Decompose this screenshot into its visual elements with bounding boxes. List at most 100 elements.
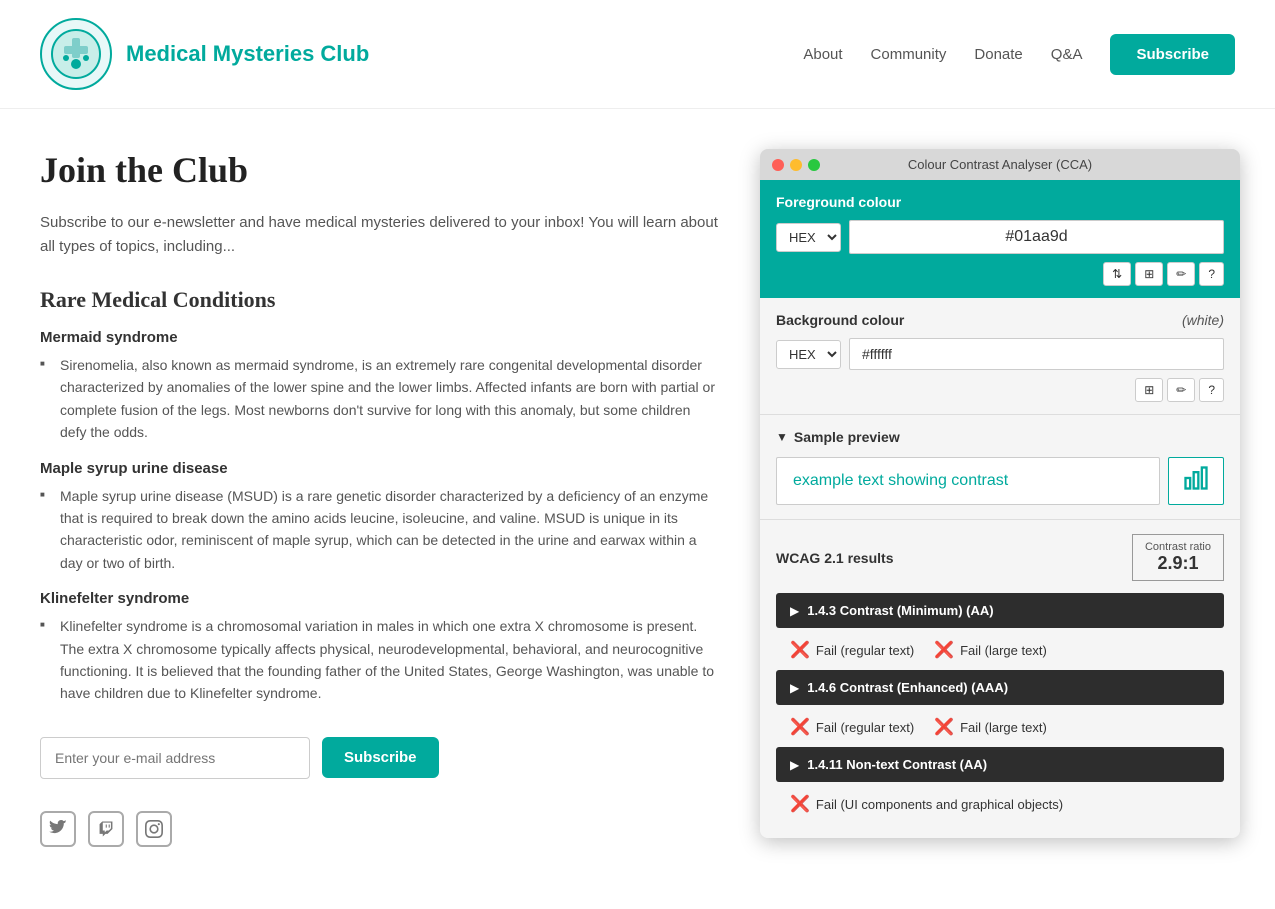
bg-tools: ⊞ ✏ ? [776,378,1224,402]
fail-icon-146-large: ❌ [934,717,954,737]
logo [40,18,112,90]
contrast-ratio-value: 2.9:1 [1145,553,1211,574]
preview-text-box: example text showing contrast [776,457,1160,505]
fg-hex-input[interactable] [849,220,1224,254]
cca-window-controls [772,159,820,171]
email-subscribe-section: Subscribe [40,737,720,779]
wcag-result-label-146-large: Fail (large text) [960,720,1047,735]
email-input[interactable] [40,737,310,779]
wcag-section: WCAG 2.1 results Contrast ratio 2.9:1 ▶ … [760,520,1240,838]
bg-adjust-button[interactable]: ⊞ [1135,378,1163,402]
nav-qa[interactable]: Q&A [1051,46,1083,63]
wcag-result-143-regular: ❌ Fail (regular text) [790,640,914,660]
fg-adjust-button[interactable]: ⊞ [1135,262,1163,286]
fg-swap-button[interactable]: ⇅ [1103,262,1131,286]
instagram-icon[interactable] [136,811,172,847]
fail-icon-1411-ui: ❌ [790,794,810,814]
wcag-result-146-regular: ❌ Fail (regular text) [790,717,914,737]
wcag-result-143-large: ❌ Fail (large text) [934,640,1047,660]
fg-format-select[interactable]: HEX [776,223,841,252]
cca-window: Colour Contrast Analyser (CCA) Foregroun… [760,149,1240,838]
contrast-ratio-box: Contrast ratio 2.9:1 [1132,534,1224,581]
email-subscribe-button[interactable]: Subscribe [322,737,439,778]
wcag-header: WCAG 2.1 results Contrast ratio 2.9:1 [776,534,1224,581]
fg-label: Foreground colour [776,194,1224,210]
nav-donate[interactable]: Donate [974,46,1022,63]
preview-chart-button[interactable] [1168,457,1224,505]
contrast-ratio-label: Contrast ratio [1145,541,1211,553]
condition-name-3: Klinefelter syndrome [40,590,720,607]
cca-title: Colour Contrast Analyser (CCA) [908,157,1092,172]
fg-section: Foreground colour HEX ⇅ ⊞ ✏ ? [760,180,1240,298]
wcag-row-1411[interactable]: ▶ 1.4.11 Non-text Contrast (AA) [776,747,1224,782]
wcag-row-label-146: 1.4.6 Contrast (Enhanced) (AAA) [807,680,1008,695]
condition-desc-1: Sirenomelia, also known as mermaid syndr… [40,354,720,444]
condition-name-2: Maple syrup urine disease [40,460,720,477]
twitter-icon[interactable] [40,811,76,847]
twitch-icon[interactable] [88,811,124,847]
condition-name-1: Mermaid syndrome [40,329,720,346]
fail-icon-146-regular: ❌ [790,717,810,737]
left-column: Join the Club Subscribe to our e-newslet… [40,149,720,847]
wcag-row-143[interactable]: ▶ 1.4.3 Contrast (Minimum) (AA) [776,593,1224,628]
fail-icon-143-regular: ❌ [790,640,810,660]
bg-header: Background colour (white) [776,312,1224,328]
bg-format-select[interactable]: HEX [776,340,841,369]
intro-text: Subscribe to our e-newsletter and have m… [40,211,720,259]
cca-titlebar: Colour Contrast Analyser (CCA) [760,149,1240,180]
section-heading: Rare Medical Conditions [40,287,720,313]
condition-desc-3: Klinefelter syndrome is a chromosomal va… [40,615,720,705]
header: Medical Mysteries Club About Community D… [0,0,1275,109]
bg-hex-input[interactable] [849,338,1224,370]
fg-eyedropper-button[interactable]: ✏ [1167,262,1195,286]
nav-about[interactable]: About [803,46,842,63]
play-icon-146: ▶ [790,681,799,695]
wcag-results-1411: ❌ Fail (UI components and graphical obje… [776,786,1224,824]
condition-desc-2: Maple syrup urine disease (MSUD) is a ra… [40,485,720,575]
wcag-row-label-1411: 1.4.11 Non-text Contrast (AA) [807,757,987,772]
nav-community[interactable]: Community [871,46,947,63]
wcag-result-1411-ui: ❌ Fail (UI components and graphical obje… [790,794,1063,814]
bg-eyedropper-button[interactable]: ✏ [1167,378,1195,402]
maximize-dot[interactable] [808,159,820,171]
condition-maple: Maple syrup urine disease Maple syrup ur… [40,460,720,575]
header-subscribe-button[interactable]: Subscribe [1110,34,1235,75]
bg-input-row: HEX [776,338,1224,370]
minimize-dot[interactable] [790,159,802,171]
wcag-result-label-1411-ui: Fail (UI components and graphical object… [816,797,1063,812]
wcag-result-label-143-large: Fail (large text) [960,643,1047,658]
fg-help-button[interactable]: ? [1199,262,1224,286]
preview-content: example text showing contrast [776,457,1224,505]
close-dot[interactable] [772,159,784,171]
logo-area: Medical Mysteries Club [40,18,369,90]
preview-label: Sample preview [794,429,900,445]
wcag-results-143: ❌ Fail (regular text) ❌ Fail (large text… [776,632,1224,670]
wcag-results-146: ❌ Fail (regular text) ❌ Fail (large text… [776,709,1224,747]
right-column: Colour Contrast Analyser (CCA) Foregroun… [760,149,1240,847]
bg-help-button[interactable]: ? [1199,378,1224,402]
wcag-result-label-146-regular: Fail (regular text) [816,720,914,735]
bg-section: Background colour (white) HEX ⊞ ✏ ? [760,298,1240,415]
condition-mermaid: Mermaid syndrome Sirenomelia, also known… [40,329,720,444]
cca-body: Foreground colour HEX ⇅ ⊞ ✏ ? [760,180,1240,838]
social-icons [40,811,720,847]
wcag-row-label-143: 1.4.3 Contrast (Minimum) (AA) [807,603,993,618]
wcag-result-146-large: ❌ Fail (large text) [934,717,1047,737]
bg-label: Background colour [776,312,904,328]
play-icon-143: ▶ [790,604,799,618]
main-content: Join the Club Subscribe to our e-newslet… [0,109,1275,867]
preview-section: ▼ Sample preview example text showing co… [760,415,1240,520]
wcag-title: WCAG 2.1 results [776,550,893,566]
fg-tools: ⇅ ⊞ ✏ ? [776,262,1224,286]
wcag-row-146[interactable]: ▶ 1.4.6 Contrast (Enhanced) (AAA) [776,670,1224,705]
condition-klinefelter: Klinefelter syndrome Klinefelter syndrom… [40,590,720,705]
play-icon-1411: ▶ [790,758,799,772]
wcag-result-label-143-regular: Fail (regular text) [816,643,914,658]
fg-input-row: HEX [776,220,1224,254]
main-nav: About Community Donate Q&A Subscribe [803,34,1235,75]
bg-white-label: (white) [1182,312,1224,328]
site-title: Medical Mysteries Club [126,41,369,67]
chart-icon [1182,464,1210,498]
page-heading: Join the Club [40,149,720,191]
preview-text: example text showing contrast [793,472,1008,489]
